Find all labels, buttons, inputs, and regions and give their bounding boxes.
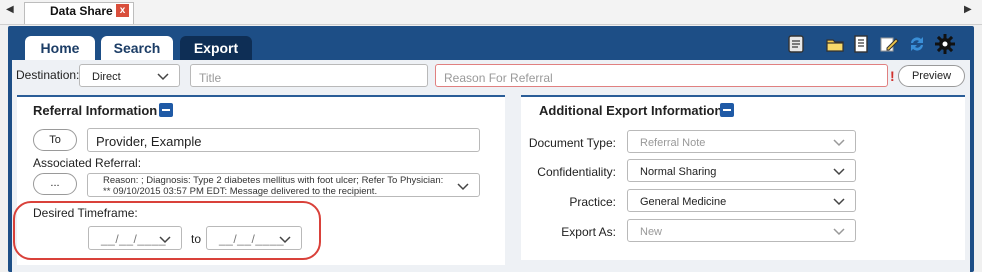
folder-icon[interactable] — [824, 33, 846, 55]
to-field[interactable]: Provider, Example — [87, 128, 480, 152]
export-as-value: New — [640, 226, 663, 238]
chevron-down-icon — [833, 139, 845, 147]
associated-referral-line2: ** 09/10/2015 03:57 PM EDT: Message deli… — [103, 186, 378, 197]
to-button[interactable]: To — [33, 129, 77, 151]
export-as-select[interactable]: New — [627, 219, 856, 242]
associated-referral-line1: Reason: ; Diagnosis: Type 2 diabetes mel… — [103, 175, 444, 186]
timeframe-highlight-ring — [13, 201, 321, 260]
destination-value: Direct — [92, 71, 121, 83]
associated-referral-select[interactable]: Reason: ; Diagnosis: Type 2 diabetes mel… — [87, 173, 480, 197]
gear-icon[interactable] — [934, 33, 956, 55]
title-placeholder: Title — [199, 71, 222, 85]
referral-panel-title: Referral Information — [33, 103, 158, 118]
practice-label: Practice: — [569, 195, 616, 209]
practice-select[interactable]: General Medicine — [627, 189, 856, 212]
tab-home[interactable]: Home — [25, 36, 95, 60]
document-tab-strip — [0, 0, 982, 25]
scroll-left-icon[interactable]: ◀ — [6, 4, 14, 15]
edit-pencil-icon[interactable] — [878, 33, 900, 55]
chevron-down-icon — [157, 73, 169, 81]
document-tab-label: Data Share — [50, 4, 113, 18]
document-list-icon[interactable] — [850, 33, 872, 55]
confidentiality-select[interactable]: Normal Sharing — [627, 159, 856, 182]
reason-for-referral-input[interactable]: Reason For Referral — [435, 64, 888, 87]
chevron-down-icon — [833, 168, 845, 176]
scroll-right-icon[interactable]: ▶ — [964, 4, 972, 15]
to-field-value: Provider, Example — [96, 134, 202, 149]
confidentiality-label: Confidentiality: — [537, 165, 616, 179]
confidentiality-value: Normal Sharing — [640, 166, 717, 178]
chevron-down-icon — [833, 198, 845, 206]
preview-button[interactable]: Preview — [898, 65, 965, 87]
tab-export[interactable]: Export — [180, 36, 252, 60]
practice-value: General Medicine — [640, 196, 727, 208]
title-input[interactable]: Title — [190, 64, 428, 87]
export-as-label: Export As: — [561, 225, 616, 239]
document-type-select[interactable]: Referral Note — [627, 130, 856, 153]
collapse-referral-button[interactable] — [159, 103, 173, 117]
collapse-export-button[interactable] — [720, 103, 734, 117]
associated-referral-label: Associated Referral: — [33, 156, 142, 170]
destination-select[interactable]: Direct — [79, 64, 180, 87]
refresh-icon[interactable] — [906, 33, 928, 55]
select-referral-button[interactable]: ... — [33, 173, 77, 195]
close-tab-icon[interactable]: x — [116, 4, 129, 17]
chevron-down-icon — [833, 228, 845, 236]
chevron-down-icon — [457, 183, 469, 191]
document-type-label: Document Type: — [528, 136, 616, 150]
clipboard-icon[interactable] — [785, 33, 807, 55]
destination-label: Destination: — [16, 68, 80, 82]
required-indicator: ! — [890, 68, 895, 84]
export-panel-title: Additional Export Information — [539, 103, 723, 118]
document-type-value: Referral Note — [640, 137, 706, 149]
tab-search[interactable]: Search — [101, 36, 173, 60]
reason-placeholder: Reason For Referral — [444, 71, 553, 85]
